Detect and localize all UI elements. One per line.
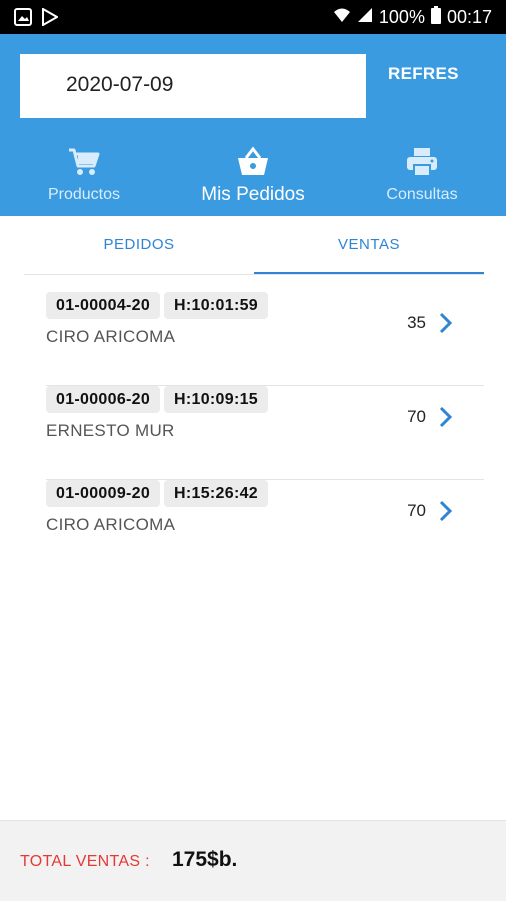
refresh-button[interactable]: REFRES bbox=[388, 64, 492, 90]
signal-icon bbox=[357, 7, 373, 28]
order-amount: 70 bbox=[407, 407, 426, 426]
order-code: 01-00009-20 bbox=[46, 480, 161, 507]
customer-name: CIRO ARICOMA bbox=[46, 327, 176, 346]
customer-name: CIRO ARICOMA bbox=[46, 515, 176, 534]
basket-icon bbox=[169, 146, 337, 178]
customer-name: ERNESTO MUR bbox=[46, 421, 175, 440]
battery-percent: 100% bbox=[378, 7, 425, 27]
order-chips: 01-00004-20 H:10:01:59 bbox=[46, 292, 268, 319]
total-footer: TOTAL VENTAS : 175$b. bbox=[0, 820, 506, 901]
chevron-right-icon[interactable] bbox=[438, 499, 454, 523]
order-code: 01-00004-20 bbox=[46, 292, 161, 319]
status-bar-right: 100% 00:17 bbox=[333, 6, 492, 29]
status-bar-left bbox=[14, 7, 60, 31]
tab-productos-label: Productos bbox=[47, 186, 121, 203]
app-header: 2020-07-09 REFRES Productos Mis Pedidos bbox=[0, 34, 506, 216]
battery-icon bbox=[430, 6, 441, 29]
play-store-icon bbox=[42, 7, 60, 31]
chevron-right-icon[interactable] bbox=[438, 311, 454, 335]
printer-icon bbox=[338, 146, 506, 178]
tab-mis-pedidos-label: Mis Pedidos bbox=[201, 184, 305, 205]
subtab-pedidos[interactable]: PEDIDOS bbox=[24, 216, 254, 274]
date-value: 2020-07-09 bbox=[66, 73, 174, 96]
tab-consultas[interactable]: Consultas bbox=[338, 146, 506, 212]
list-item[interactable]: 01-00009-20 H:15:26:42 CIRO ARICOMA 70 bbox=[46, 480, 484, 573]
tab-consultas-label: Consultas bbox=[386, 186, 458, 203]
cart-icon bbox=[0, 146, 168, 178]
gallery-icon bbox=[14, 8, 32, 31]
tab-mis-pedidos[interactable]: Mis Pedidos bbox=[169, 146, 337, 212]
list-item[interactable]: 01-00006-20 H:10:09:15 ERNESTO MUR 70 bbox=[46, 386, 484, 480]
order-chips: 01-00009-20 H:15:26:42 bbox=[46, 480, 268, 507]
wifi-icon bbox=[333, 7, 351, 28]
order-time: H:15:26:42 bbox=[164, 480, 268, 507]
order-chips: 01-00006-20 H:10:09:15 bbox=[46, 386, 268, 413]
status-bar: 100% 00:17 bbox=[0, 0, 506, 34]
order-time: H:10:09:15 bbox=[164, 386, 268, 413]
order-amount: 70 bbox=[407, 501, 426, 520]
order-code: 01-00006-20 bbox=[46, 386, 161, 413]
list-item[interactable]: 01-00004-20 H:10:01:59 CIRO ARICOMA 35 bbox=[46, 292, 484, 386]
tab-productos[interactable]: Productos bbox=[0, 146, 168, 212]
subtab-ventas[interactable]: VENTAS bbox=[254, 216, 484, 274]
chevron-right-icon[interactable] bbox=[438, 405, 454, 429]
total-value: 175$b. bbox=[172, 848, 238, 871]
order-amount: 35 bbox=[407, 313, 426, 332]
clock: 00:17 bbox=[446, 7, 492, 27]
total-label: TOTAL VENTAS : bbox=[20, 853, 150, 870]
date-field[interactable]: 2020-07-09 bbox=[20, 54, 366, 118]
subtab-bar: PEDIDOS VENTAS bbox=[24, 216, 484, 275]
order-time: H:10:01:59 bbox=[164, 292, 268, 319]
